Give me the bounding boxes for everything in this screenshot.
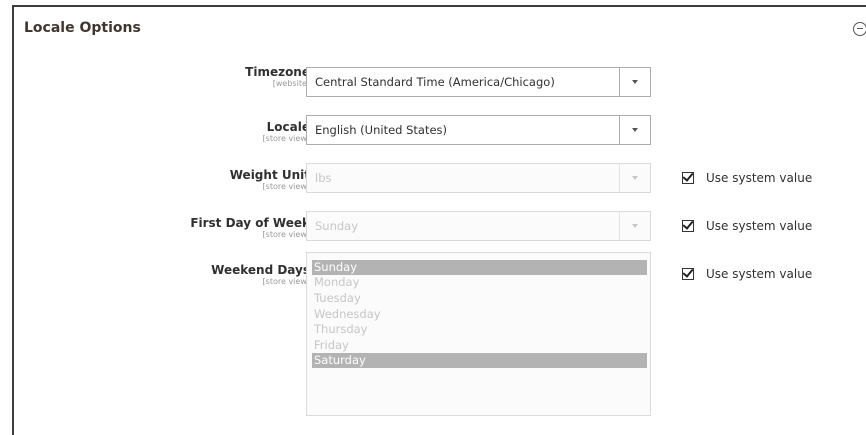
chevron-down-icon[interactable]	[619, 164, 650, 192]
weekend-days-label-group: Weekend Days [store view]	[60, 263, 310, 287]
first-day-label: First Day of Week	[190, 216, 310, 230]
first-day-label-group: First Day of Week [store view]	[60, 216, 310, 240]
weekend-option-tuesday[interactable]: Tuesday	[312, 291, 647, 306]
weekend-days-scope: [store view]	[262, 277, 310, 286]
weight-unit-label-group: Weight Unit [store view]	[60, 168, 310, 192]
weight-unit-scope: [store view]	[262, 182, 310, 191]
weekend-option-saturday[interactable]: Saturday	[312, 353, 647, 368]
weekend-option-thursday[interactable]: Thursday	[312, 322, 647, 337]
locale-options-panel: Locale Options Timezone [website] Centra…	[12, 5, 866, 435]
use-system-label: Use system value	[706, 219, 813, 233]
checkbox-checked-icon[interactable]	[682, 220, 694, 232]
timezone-label-group: Timezone [website]	[60, 65, 310, 89]
chevron-down-icon[interactable]	[619, 116, 650, 144]
use-system-label: Use system value	[706, 171, 813, 185]
chevron-down-icon[interactable]	[619, 212, 650, 240]
checkbox-checked-icon[interactable]	[682, 172, 694, 184]
use-system-label: Use system value	[706, 267, 813, 281]
locale-value: English (United States)	[315, 123, 448, 137]
weekend-days-label: Weekend Days	[211, 263, 310, 277]
weekend-option-friday[interactable]: Friday	[312, 338, 647, 353]
weekend-option-monday[interactable]: Monday	[312, 275, 647, 290]
first-day-scope: [store view]	[262, 230, 310, 239]
locale-select[interactable]: English (United States)	[306, 115, 651, 145]
checkbox-checked-icon[interactable]	[682, 268, 694, 280]
weight-unit-label: Weight Unit	[229, 168, 310, 182]
locale-label: Locale	[266, 120, 310, 134]
collapse-icon[interactable]	[853, 22, 866, 36]
locale-label-group: Locale [store view]	[60, 120, 310, 144]
timezone-label: Timezone	[245, 65, 310, 79]
first-day-value: Sunday	[315, 219, 359, 233]
locale-scope: [store view]	[262, 134, 310, 143]
weight-unit-select[interactable]: lbs	[306, 163, 651, 193]
weight-unit-value: lbs	[315, 171, 332, 185]
timezone-scope: [website]	[272, 79, 310, 88]
first-day-select[interactable]: Sunday	[306, 211, 651, 241]
weekend-days-multiselect[interactable]: Sunday Monday Tuesday Wednesday Thursday…	[306, 252, 651, 416]
weekend-option-wednesday[interactable]: Wednesday	[312, 307, 647, 322]
timezone-value: Central Standard Time (America/Chicago)	[315, 75, 555, 89]
chevron-down-icon[interactable]	[619, 68, 650, 96]
panel-title[interactable]: Locale Options	[24, 20, 141, 36]
weekend-option-sunday[interactable]: Sunday	[312, 260, 647, 275]
timezone-select[interactable]: Central Standard Time (America/Chicago)	[306, 67, 651, 97]
